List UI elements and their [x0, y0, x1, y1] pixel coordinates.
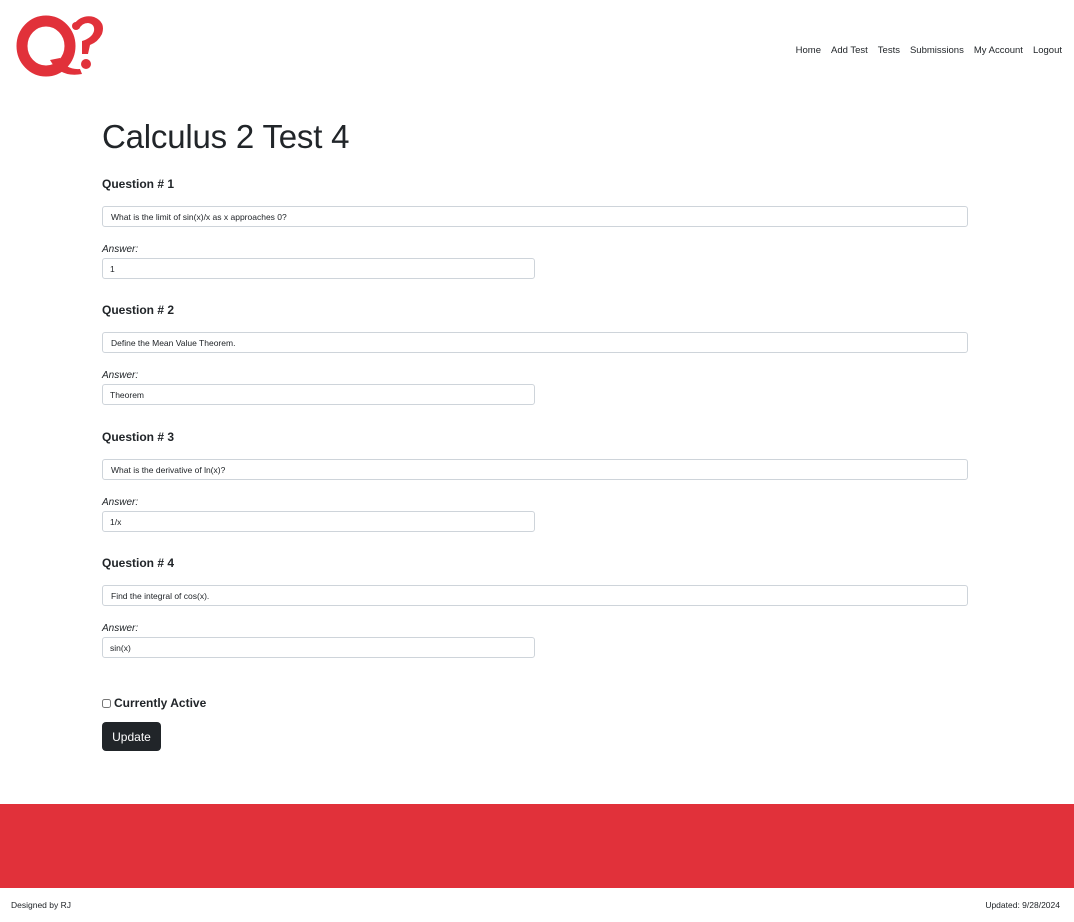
nav-home[interactable]: Home	[796, 45, 821, 56]
answer-label: Answer:	[102, 623, 139, 634]
question-text-input[interactable]	[102, 206, 968, 227]
answer-input[interactable]	[102, 511, 535, 532]
answer-input[interactable]	[102, 258, 535, 279]
question-block-1: Question # 1 Answer:	[102, 177, 970, 279]
question-heading: Question # 3	[102, 430, 175, 444]
site-header: Home Add Test Tests Submissions My Accou…	[0, 0, 1074, 90]
answer-input[interactable]	[102, 384, 535, 405]
answer-label: Answer:	[102, 244, 139, 255]
question-text-input[interactable]	[102, 459, 968, 480]
nav-add-test[interactable]: Add Test	[831, 45, 868, 56]
footer-credit: Designed by RJ	[11, 900, 72, 910]
footer-band	[0, 804, 1074, 888]
answer-label: Answer:	[102, 497, 139, 508]
question-text-input[interactable]	[102, 332, 968, 353]
main-nav: Home Add Test Tests Submissions My Accou…	[796, 45, 1062, 56]
question-text-input[interactable]	[102, 585, 968, 606]
answer-label: Answer:	[102, 370, 139, 381]
question-heading: Question # 2	[102, 303, 175, 317]
footer-updated: Updated: 9/28/2024	[985, 900, 1060, 910]
nav-tests[interactable]: Tests	[878, 45, 900, 56]
question-heading: Question # 4	[102, 556, 175, 570]
currently-active-checkbox[interactable]	[102, 698, 111, 708]
question-block-3: Question # 3 Answer:	[102, 430, 970, 532]
logo-icon[interactable]	[16, 14, 108, 80]
nav-logout[interactable]: Logout	[1033, 45, 1062, 56]
currently-active-label: Currently Active	[114, 696, 207, 710]
question-block-2: Question # 2 Answer:	[102, 303, 970, 405]
answer-input[interactable]	[102, 637, 535, 658]
question-block-4: Question # 4 Answer:	[102, 556, 970, 658]
nav-my-account[interactable]: My Account	[974, 45, 1023, 56]
page-title: Calculus 2 Test 4	[102, 118, 350, 155]
question-heading: Question # 1	[102, 177, 175, 191]
update-button[interactable]: Update	[102, 722, 161, 751]
nav-submissions[interactable]: Submissions	[910, 45, 964, 56]
currently-active-toggle[interactable]: Currently Active	[102, 696, 206, 710]
